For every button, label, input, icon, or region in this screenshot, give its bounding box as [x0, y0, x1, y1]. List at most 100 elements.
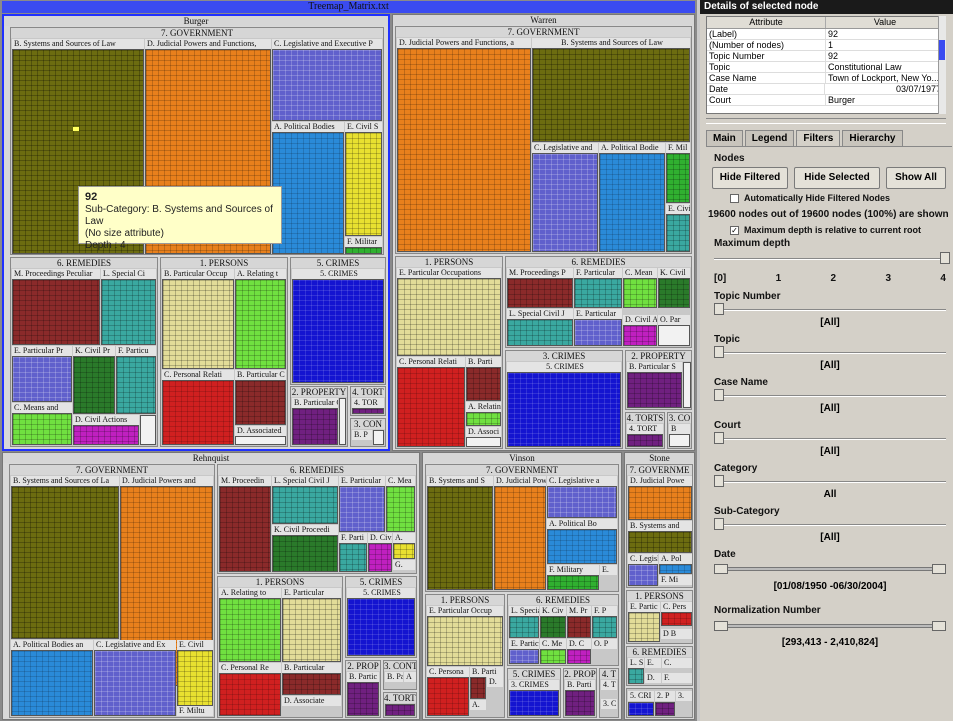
subcat-d-judicial[interactable] [494, 486, 546, 590]
group-rehnquist[interactable]: Rehnquist 7. GOVERNMENT B. Systems and S… [2, 452, 420, 720]
subcat-c-legislative[interactable] [547, 486, 617, 518]
filter-category-slider[interactable] [714, 481, 946, 483]
subcat-m-proceedings[interactable] [12, 279, 100, 345]
subcat-e-particular[interactable] [339, 486, 385, 532]
subcat-crimes[interactable] [507, 372, 621, 447]
subcat-torts[interactable] [627, 434, 663, 447]
subcat-l-special[interactable] [272, 486, 338, 524]
subcat-k-civil[interactable] [658, 278, 690, 308]
subcat-crimes[interactable] [347, 598, 415, 656]
header-value[interactable]: Value [826, 17, 945, 28]
category-property[interactable]: 2. PROP B. Parti [563, 668, 597, 718]
selected-node-marker[interactable] [73, 127, 79, 131]
subcat-b-particular[interactable] [282, 673, 341, 695]
subcat-small[interactable] [683, 362, 691, 408]
category-government[interactable]: 7. GOVERNME D. Judicial Powe B. Systems … [626, 464, 693, 588]
max-depth-knob[interactable] [940, 252, 950, 264]
category-persons[interactable]: 1. PERSONS B. Particular Occup A. Relati… [160, 257, 288, 447]
subcat-small[interactable] [373, 430, 384, 445]
group-stone[interactable]: Stone 7. GOVERNME D. Judicial Powe B. Sy… [624, 452, 695, 720]
table-row[interactable]: Date 03/07/1977 [707, 84, 945, 95]
filter-case-name-slider[interactable] [714, 395, 946, 397]
subcat-f-particular[interactable] [116, 356, 156, 414]
subcat-a-political[interactable] [272, 132, 344, 254]
subcat-c-personal[interactable] [219, 673, 281, 716]
subcat-c-personal[interactable] [427, 677, 469, 716]
subcat-c-means[interactable] [540, 649, 566, 664]
tab-main[interactable]: Main [706, 130, 743, 146]
tab-filters[interactable]: Filters [796, 130, 841, 146]
subcat-b-particular[interactable] [470, 677, 486, 699]
show-all-button[interactable]: Show All [886, 167, 946, 189]
subcat-e-particular[interactable] [427, 616, 503, 666]
filter-subcategory-knob[interactable] [714, 518, 724, 530]
category-property[interactable]: 2. PROP B. Partic [345, 660, 381, 718]
subcat-c-means[interactable] [386, 486, 415, 532]
subcat-m-proceedings[interactable] [219, 486, 271, 572]
category-persons[interactable]: 1. PERSONS E. Partic C. Pers D B [626, 590, 693, 644]
subcat-b-particular[interactable] [347, 682, 379, 716]
subcat-e-civil[interactable] [177, 650, 213, 706]
subcat-o-par[interactable] [658, 325, 690, 346]
filter-subcategory-slider[interactable] [714, 524, 946, 526]
subcat-c-legislative[interactable] [272, 49, 382, 121]
category-crimes[interactable]: 5. CRIMES 5. CRIMES [345, 576, 417, 658]
subcat-d-civil[interactable] [368, 543, 392, 572]
subcat-e-particular[interactable] [574, 319, 622, 346]
subcat-m-proceedings[interactable] [567, 616, 591, 638]
table-row[interactable]: (Number of nodes) 1 [707, 40, 945, 51]
subcat-a-political[interactable] [599, 153, 665, 252]
subcat-a-political[interactable] [547, 529, 617, 564]
subcat-k-civil[interactable] [540, 616, 566, 638]
filter-category-knob[interactable] [714, 475, 724, 487]
subcat-property[interactable] [655, 702, 675, 716]
category-torts[interactable]: 4. TORTS 4. TORT [625, 412, 665, 449]
subcat-small[interactable] [140, 415, 156, 445]
filter-case-name-knob[interactable] [714, 389, 724, 401]
category-property[interactable]: 2. PROPERTY B. Particular C [290, 386, 348, 447]
filter-norm-min-knob[interactable] [714, 621, 728, 631]
subcat-c-legislative[interactable] [532, 153, 598, 252]
subcat-c-personal[interactable] [162, 380, 234, 445]
category-remedies[interactable]: 6. REMEDIES L. S E. D. C. F. [626, 646, 693, 686]
table-row[interactable]: Topic Constitutional Law [707, 62, 945, 73]
subcat-a-political[interactable] [659, 564, 692, 574]
subcat-b-particular-occup[interactable] [162, 279, 234, 369]
subcat-e-particular[interactable] [282, 598, 341, 662]
filter-date-max-knob[interactable] [932, 564, 946, 574]
tab-hierarchy[interactable]: Hierarchy [842, 130, 903, 146]
max-depth-relative-checkbox[interactable]: ✓ [730, 226, 739, 235]
subcat-e-particular[interactable] [397, 278, 501, 356]
category-remedies[interactable]: 6. REMEDIES M. Proceedings Peculiar L. S… [10, 257, 158, 447]
subcat-d-associated[interactable] [235, 436, 286, 445]
table-scrollbar[interactable] [938, 16, 946, 114]
splitter[interactable] [706, 118, 946, 124]
tab-legend[interactable]: Legend [744, 130, 795, 146]
header-attribute[interactable]: Attribute [707, 17, 826, 28]
details-table[interactable]: Attribute Value (Label) 92 (Number of nod… [706, 16, 946, 114]
subcat-e-particular[interactable] [12, 356, 72, 402]
group-warren[interactable]: Warren 7. GOVERNMENT D. Judicial Powers … [392, 14, 695, 451]
filter-court-slider[interactable] [714, 438, 946, 440]
subcat-e-particular[interactable] [628, 612, 660, 642]
category-contracts[interactable]: 3. CO B [667, 412, 692, 449]
category-persons[interactable]: 1. PERSONS E. Particular Occup C. Person… [425, 594, 505, 718]
subcat-d-civil[interactable] [567, 649, 591, 664]
subcat-b-systems[interactable] [11, 486, 119, 639]
subcat-e-civil[interactable] [666, 214, 690, 252]
auto-hide-checkbox[interactable] [730, 194, 739, 203]
filter-topic-knob[interactable] [714, 346, 724, 358]
subcat-b-particular[interactable] [565, 690, 595, 716]
subcat-torts[interactable] [385, 704, 415, 716]
subcat-b-systems[interactable] [427, 486, 493, 590]
filter-date-range[interactable] [714, 567, 946, 571]
subcat-b-particular[interactable] [466, 367, 501, 401]
subcat-b-systems[interactable] [628, 531, 692, 553]
subcat-l-special[interactable] [628, 668, 644, 684]
scrollbar-thumb[interactable] [939, 40, 945, 60]
category-torts[interactable]: 4. T 4. T 3. C [599, 668, 619, 718]
category-persons[interactable]: 1. PERSONS E. Particular Occupations C. … [395, 256, 503, 449]
treemap-view[interactable]: Treemap_Matrix.txt Burger 7. GOVERNMENT … [0, 0, 697, 721]
category-crimes[interactable]: 3. CRIMES 5. CRIMES [505, 350, 623, 449]
filter-norm-range[interactable] [714, 624, 946, 628]
